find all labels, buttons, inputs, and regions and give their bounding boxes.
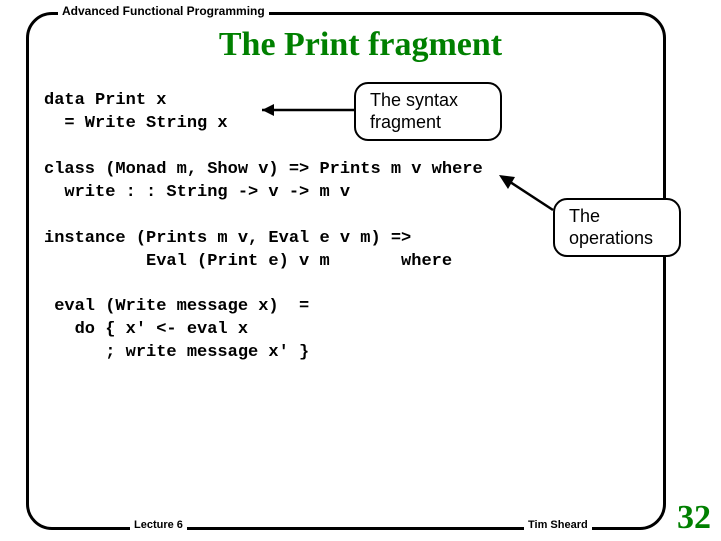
author-label: Tim Sheard xyxy=(524,519,592,531)
callout-syntax: The syntax fragment xyxy=(354,82,502,141)
code-line: do { x' <- eval x xyxy=(44,320,248,339)
code-line: = Write String x xyxy=(44,114,228,133)
page-number: 32 xyxy=(677,499,711,537)
arrow-operations xyxy=(490,168,560,218)
arrow-syntax xyxy=(250,96,360,126)
course-header: Advanced Functional Programming xyxy=(58,4,269,18)
code-line: data Print x xyxy=(44,91,166,110)
lecture-label: Lecture 6 xyxy=(130,519,187,531)
callout-text: operations xyxy=(569,228,665,250)
code-line: write : : String -> v -> m v xyxy=(44,183,350,202)
code-line: instance (Prints m v, Eval e v m) => xyxy=(44,229,411,248)
callout-operations: The operations xyxy=(553,198,681,257)
callout-text: The xyxy=(569,206,665,228)
callout-text: fragment xyxy=(370,112,486,134)
code-line: ; write message x' } xyxy=(44,343,309,362)
slide-title: The Print fragment xyxy=(0,26,721,64)
code-line: eval (Write message x) = xyxy=(44,297,309,316)
code-line: class (Monad m, Show v) => Prints m v wh… xyxy=(44,160,483,179)
callout-text: The syntax xyxy=(370,90,486,112)
code-line: Eval (Print e) v m where xyxy=(44,252,452,271)
